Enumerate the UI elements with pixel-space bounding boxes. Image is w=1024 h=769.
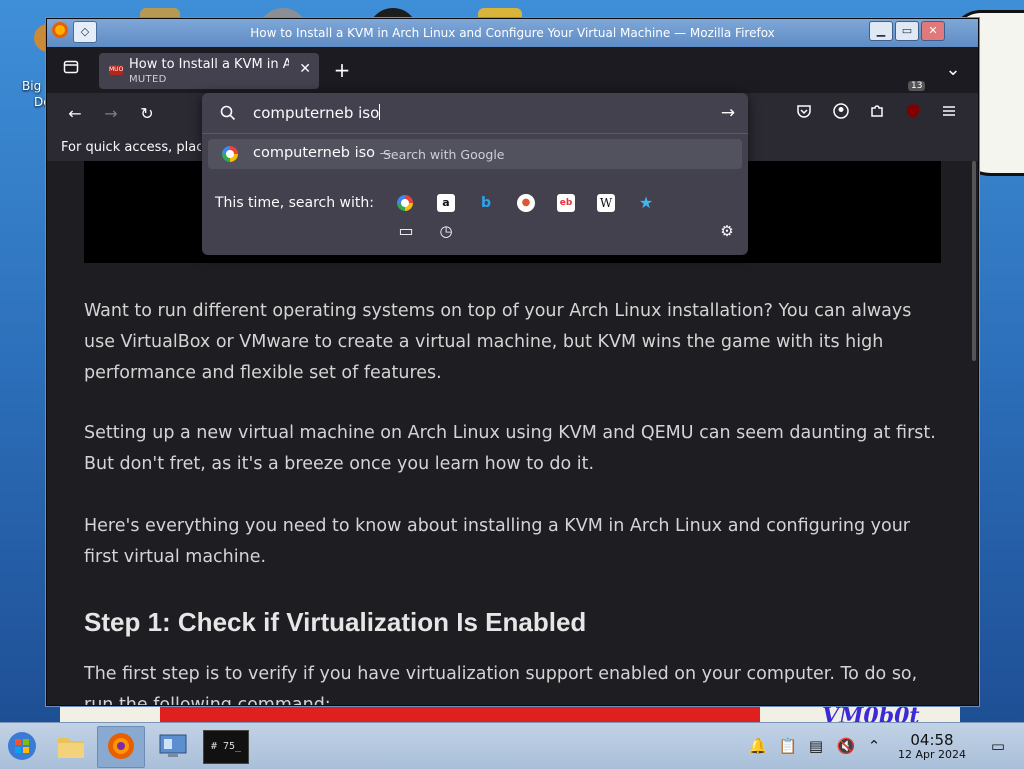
- pocket-icon: [797, 105, 811, 118]
- amazon-engine-icon[interactable]: a: [437, 194, 455, 212]
- extensions-button[interactable]: [863, 100, 891, 128]
- taskbar-file-manager[interactable]: [48, 726, 94, 766]
- tab-active[interactable]: MUO How to Install a KVM in Arch Linux a…: [99, 53, 319, 89]
- article-paragraph: Here's everything you need to know about…: [84, 516, 911, 567]
- tab-title: How to Install a KVM in Arch Linux and C…: [129, 57, 289, 72]
- article-paragraph: Setting up a new virtual machine on Arch…: [84, 423, 936, 474]
- urlbar-dropdown: computerneb iso → computerneb iso — Sear…: [202, 93, 748, 255]
- clock-date: 12 Apr 2024: [897, 748, 966, 761]
- go-button[interactable]: →: [714, 99, 742, 127]
- window-title: How to Install a KVM in Arch Linux and C…: [250, 26, 775, 40]
- firefox-icon: [108, 733, 134, 759]
- firefox-view-button[interactable]: [57, 56, 85, 84]
- search-with-label: This time, search with:: [215, 195, 374, 211]
- search-icon: [220, 105, 236, 121]
- hamburger-menu-icon: [943, 106, 955, 116]
- reload-button[interactable]: ↻: [133, 100, 161, 128]
- start-menu-button[interactable]: [0, 726, 46, 766]
- tray-expand-icon[interactable]: ⌃: [864, 736, 884, 756]
- bing-engine-icon[interactable]: b: [477, 194, 495, 212]
- window-titlebar[interactable]: ◇ How to Install a KVM in Arch Linux and…: [47, 19, 978, 47]
- device-tray-icon[interactable]: ▤: [806, 736, 826, 756]
- forward-button[interactable]: →: [97, 100, 125, 128]
- tab-muted-label: MUTED: [129, 74, 167, 85]
- list-all-tabs-button[interactable]: ⌄: [939, 56, 967, 84]
- account-icon: [833, 103, 849, 119]
- maximize-button[interactable]: ▭: [895, 21, 919, 41]
- taskbar-firefox[interactable]: [97, 726, 145, 768]
- urlbar-value: computerneb iso: [253, 104, 380, 122]
- search-suggestion-row[interactable]: computerneb iso — Search with Google: [208, 139, 742, 169]
- terminal-icon: # 75_: [203, 730, 249, 764]
- article-heading: Step 1: Check if Virtualization Is Enabl…: [84, 607, 587, 637]
- bookmarks-empty-message: For quick access, place your bookmarks h…: [61, 140, 201, 155]
- extension-badge-count: 13: [908, 81, 926, 91]
- close-tab-icon[interactable]: ✕: [299, 61, 311, 77]
- article-paragraph: The first step is to verify if you have …: [84, 664, 918, 705]
- ublock-shield-icon: [907, 104, 919, 118]
- wikipedia-engine-icon[interactable]: W: [597, 194, 615, 212]
- history-engine-icon[interactable]: ◷: [437, 222, 455, 240]
- suggestion-query-text: computerneb iso: [253, 145, 376, 161]
- show-desktop-icon[interactable]: ▭: [988, 736, 1008, 756]
- duckduckgo-engine-icon[interactable]: ●: [517, 194, 535, 212]
- pocket-button[interactable]: [790, 100, 818, 128]
- ebay-engine-icon[interactable]: eb: [557, 194, 575, 212]
- taskbar-terminal[interactable]: # 75_: [201, 726, 249, 766]
- taskbar: # 75_ 🔔 📋 ▤ 🔇 ⌃ 04:58 12 Apr 2024 ▭: [0, 722, 1024, 769]
- page-scrollbar[interactable]: [970, 161, 976, 705]
- account-button[interactable]: [827, 100, 855, 128]
- scrollbar-thumb[interactable]: [972, 161, 976, 361]
- article-paragraph: Want to run different operating systems …: [84, 301, 912, 383]
- ublock-origin-button[interactable]: [899, 100, 927, 128]
- folder-icon: [58, 738, 84, 758]
- new-tab-button[interactable]: +: [328, 56, 356, 84]
- notifications-tray-icon[interactable]: 🔔: [748, 736, 768, 756]
- back-button[interactable]: ←: [61, 100, 89, 128]
- start-orb-icon: [8, 732, 36, 760]
- clipboard-tray-icon[interactable]: 📋: [778, 736, 798, 756]
- tabs-engine-icon[interactable]: ▭: [397, 222, 415, 240]
- taskbar-control-panel[interactable]: [150, 726, 196, 766]
- app-menu-button[interactable]: [935, 100, 963, 128]
- firefox-view-icon: [63, 60, 79, 74]
- text-caret: [379, 104, 381, 120]
- clock-time: 04:58: [910, 731, 954, 749]
- volume-muted-icon[interactable]: 🔇: [836, 736, 856, 756]
- google-icon: [222, 146, 238, 162]
- puzzle-icon: [871, 105, 883, 117]
- urlbar-text[interactable]: computerneb iso: [253, 104, 381, 122]
- google-engine-icon[interactable]: [397, 195, 413, 211]
- bookmarks-engine-icon[interactable]: ★: [637, 194, 655, 212]
- tab-bar: MUO How to Install a KVM in Arch Linux a…: [47, 47, 978, 93]
- urlbar-input[interactable]: computerneb iso →: [202, 93, 748, 134]
- close-window-button[interactable]: ✕: [921, 21, 945, 41]
- tab-favicon: MUO: [109, 65, 124, 75]
- suggestion-hint: Search with Google: [383, 147, 505, 162]
- control-panel-icon: [159, 734, 187, 757]
- minimize-button[interactable]: ▁: [869, 21, 893, 41]
- search-settings-gear-icon[interactable]: ⚙: [718, 222, 736, 240]
- suggestion-query: computerneb iso —: [253, 145, 392, 161]
- taskbar-clock[interactable]: 04:58 12 Apr 2024: [892, 732, 972, 762]
